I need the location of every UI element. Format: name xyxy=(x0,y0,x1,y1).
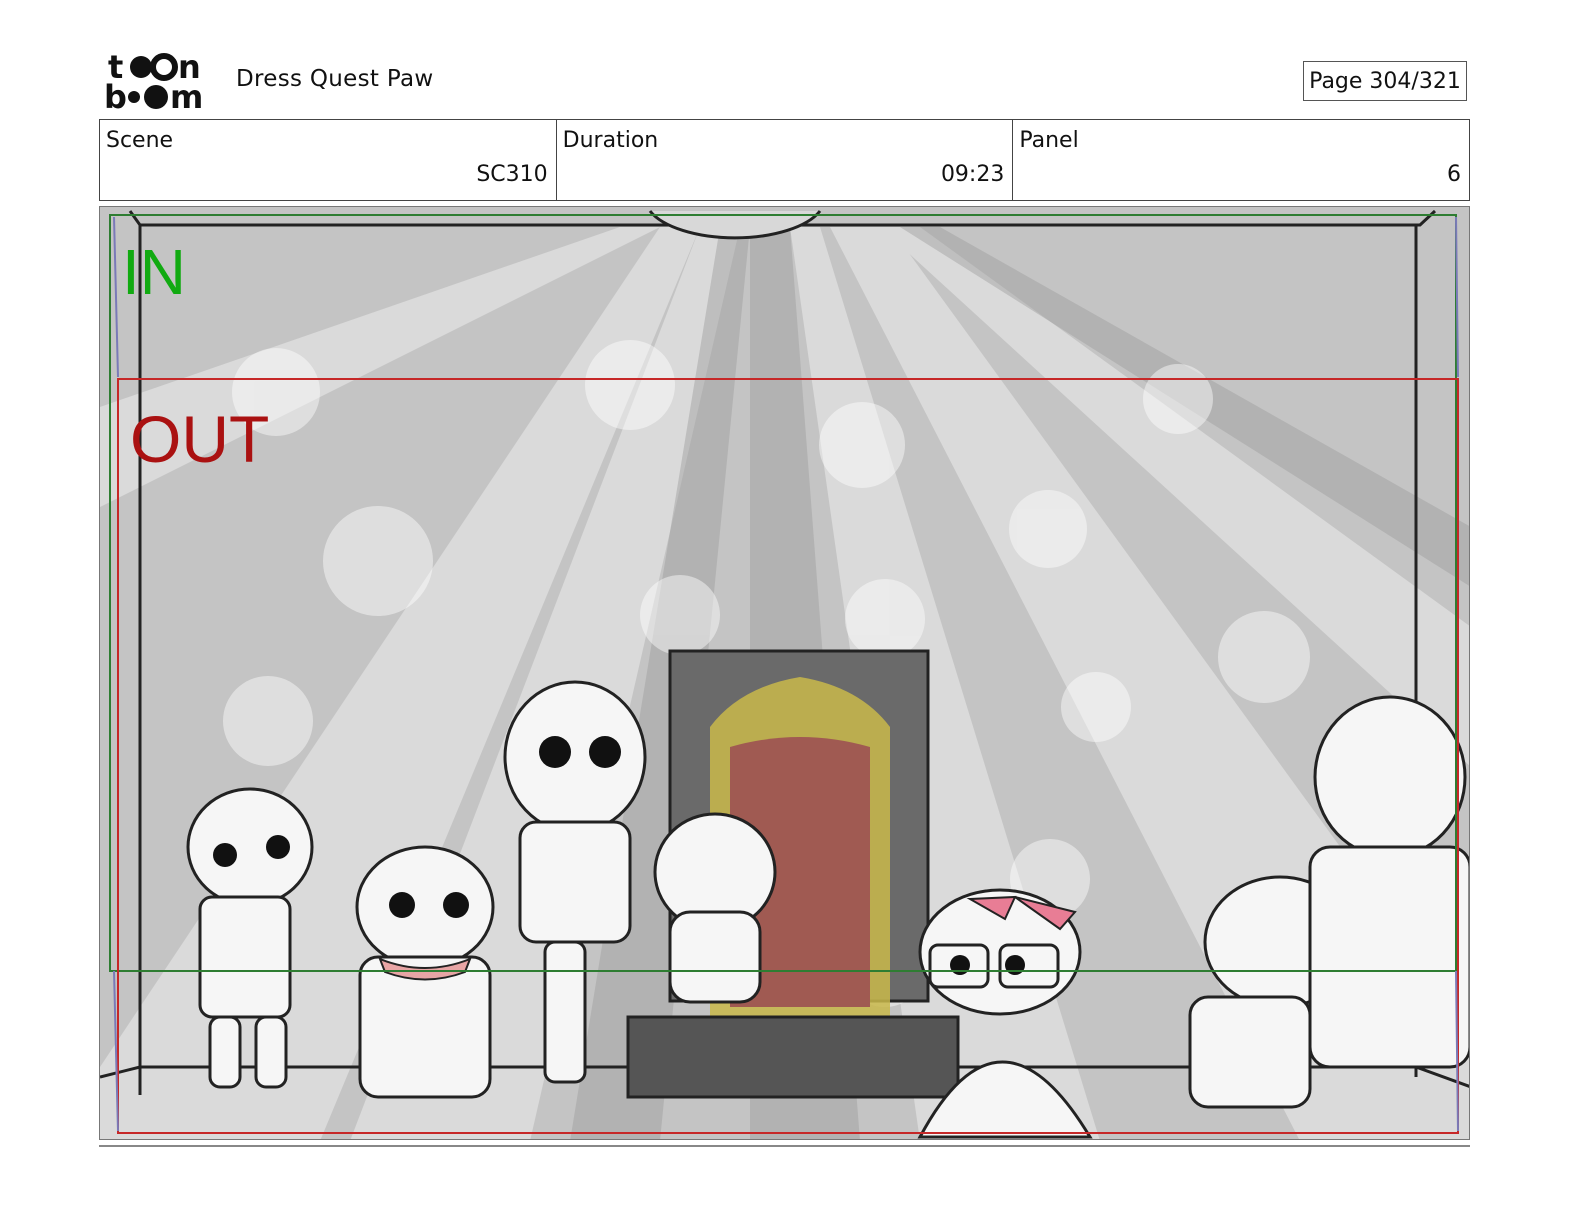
duration-cell: Duration 09:23 xyxy=(557,120,1014,200)
scene-cell: Scene SC310 xyxy=(100,120,557,200)
duration-value: 09:23 xyxy=(940,162,1005,187)
panel-label: Panel xyxy=(1019,128,1079,153)
panel-number: 6 xyxy=(1447,162,1462,187)
svg-text:m: m xyxy=(170,78,203,112)
toon-boom-logo: t n b m xyxy=(104,48,216,116)
project-title: Dress Quest Paw xyxy=(236,66,434,92)
page-indicator: Page 304/321 xyxy=(1303,61,1467,101)
panel-number-cell: Panel 6 xyxy=(1013,120,1469,200)
duration-label: Duration xyxy=(562,128,659,153)
storyboard-panel-image: IN OUT xyxy=(99,206,1470,1140)
svg-text:b: b xyxy=(104,78,127,112)
bottom-divider xyxy=(99,1145,1470,1147)
out-frame-label: OUT xyxy=(130,402,270,476)
scene-label: Scene xyxy=(106,128,174,153)
scene-value: SC310 xyxy=(476,162,548,187)
in-frame-label: IN xyxy=(122,236,186,308)
panel-info-table: Scene SC310 Duration 09:23 Panel 6 xyxy=(99,119,1470,201)
stage-scene-drawing xyxy=(100,207,1469,1139)
